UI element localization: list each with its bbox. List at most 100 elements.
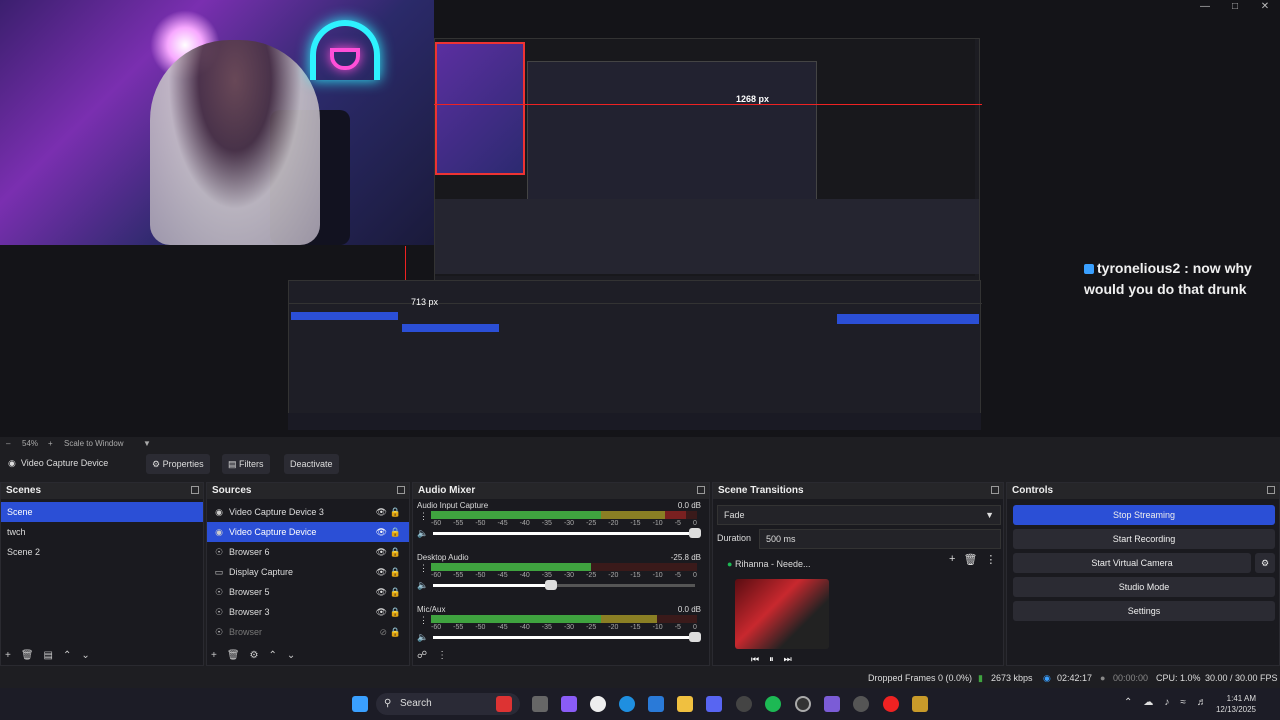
trash-icon[interactable]: 🗑 — [21, 650, 34, 661]
volume-slider-handle[interactable] — [544, 580, 557, 590]
speaker-icon[interactable]: 🔈 — [417, 580, 428, 591]
kebab-menu-icon[interactable]: ⋮ — [419, 615, 428, 626]
spotify-icon[interactable] — [765, 696, 781, 712]
start-virtual-camera-button[interactable]: Start Virtual Camera — [1013, 553, 1251, 573]
edge-icon[interactable] — [619, 696, 635, 712]
volume-slider[interactable] — [433, 532, 695, 535]
volume-slider-handle[interactable] — [689, 528, 701, 538]
add-icon[interactable]: + — [949, 553, 955, 566]
scene-item[interactable]: twch — [1, 522, 203, 542]
taskbar-clock[interactable]: 1:41 AM 12/13/2025 — [1216, 693, 1256, 715]
mic-icon[interactable]: ♪ — [1164, 697, 1169, 708]
studio-mode-button[interactable]: Studio Mode — [1013, 577, 1275, 597]
store-icon[interactable] — [648, 696, 664, 712]
scene-item[interactable]: Scene — [1, 502, 203, 522]
kebab-menu-icon[interactable]: ⋮ — [419, 511, 428, 522]
windows-start-icon[interactable] — [352, 696, 368, 712]
kebab-menu-icon[interactable]: ⋮ — [437, 650, 447, 661]
eye-icon[interactable]: 👁 — [376, 582, 387, 602]
eye-icon[interactable]: 👁 — [376, 602, 387, 622]
source-item[interactable]: ☉ Browser 5 👁 🔒 — [207, 582, 409, 602]
kebab-menu-icon[interactable]: ⋮ — [419, 563, 428, 574]
source-item[interactable]: ☉ Browser 6 👁 🔒 — [207, 542, 409, 562]
previous-icon[interactable]: ⏮ — [751, 654, 759, 665]
kebab-menu-icon[interactable]: ⋮ — [985, 553, 996, 566]
maximize-icon[interactable]: □ — [1220, 0, 1250, 14]
lock-icon[interactable]: 🔒 — [390, 522, 401, 542]
chevron-up-icon[interactable]: ⌃ — [269, 650, 277, 661]
settings-button[interactable]: Settings — [1013, 601, 1275, 621]
eye-hidden-icon[interactable]: ⊘ — [379, 622, 387, 642]
app-icon[interactable] — [590, 696, 606, 712]
next-icon[interactable]: ⏭ — [784, 654, 792, 665]
source-item[interactable]: ☉ Browser ⊘ 🔒 — [207, 622, 409, 642]
undock-icon[interactable] — [991, 486, 999, 494]
volume-icon[interactable]: ♬ — [1197, 697, 1207, 708]
filters-button[interactable]: ▤ Filters — [222, 454, 270, 474]
duration-spinbox[interactable]: 500 ms — [759, 529, 1001, 549]
gear-icon[interactable]: ⚙ — [250, 650, 259, 661]
filter-icon[interactable]: ▤ — [44, 650, 53, 661]
source-item[interactable]: ▭ Display Capture 👁 🔒 — [207, 562, 409, 582]
add-icon[interactable]: + — [211, 650, 217, 661]
chevron-up-icon[interactable]: ⌃ — [1124, 697, 1132, 708]
start-recording-button[interactable]: Start Recording — [1013, 529, 1275, 549]
add-icon[interactable]: + — [5, 650, 11, 661]
chevron-down-icon[interactable]: ▼ — [143, 439, 151, 448]
app-icon[interactable] — [883, 696, 899, 712]
task-view-icon[interactable] — [532, 696, 548, 712]
stop-streaming-button[interactable]: Stop Streaming — [1013, 505, 1275, 525]
source-item[interactable]: ☉ Browser 3 👁 🔒 — [207, 602, 409, 622]
lock-icon[interactable]: 🔒 — [390, 602, 401, 622]
eye-icon[interactable]: 👁 — [376, 522, 387, 542]
zoom-out-icon[interactable]: – — [6, 439, 10, 448]
undock-icon[interactable] — [191, 486, 199, 494]
eye-icon[interactable]: 👁 — [376, 542, 387, 562]
speaker-icon[interactable]: 🔈 — [417, 632, 428, 643]
volume-slider[interactable] — [433, 636, 695, 639]
wifi-icon[interactable]: ≈ — [1180, 697, 1186, 708]
undock-icon[interactable] — [697, 486, 705, 494]
obs-icon[interactable] — [795, 696, 811, 712]
scene-item[interactable]: Scene 2 — [1, 542, 203, 562]
scale-mode-select[interactable]: Scale to Window — [64, 439, 124, 448]
copilot-icon[interactable] — [561, 696, 577, 712]
eye-icon[interactable]: 👁 — [376, 502, 387, 522]
source-item[interactable]: ◉ Video Capture Device 👁 🔒 — [207, 522, 409, 542]
virtual-camera-settings-button[interactable]: ⚙ — [1255, 553, 1275, 573]
cloud-icon[interactable]: ☁ — [1143, 697, 1153, 708]
properties-button[interactable]: ⚙ Properties — [146, 454, 210, 474]
app-icon[interactable] — [736, 696, 752, 712]
discord-icon[interactable] — [706, 696, 722, 712]
lock-icon[interactable]: 🔒 — [390, 562, 401, 582]
lock-icon[interactable]: 🔒 — [390, 542, 401, 562]
eye-icon[interactable]: 👁 — [376, 562, 387, 582]
volume-slider[interactable] — [433, 584, 695, 587]
chevron-down-icon[interactable]: ⌄ — [81, 650, 89, 661]
app-icon[interactable] — [824, 696, 840, 712]
chevron-down-icon[interactable]: ⌄ — [287, 650, 295, 661]
trash-icon[interactable]: 🗑 — [227, 650, 240, 661]
minimize-icon[interactable]: — — [1190, 0, 1220, 14]
link-icon[interactable]: ☍ — [417, 650, 427, 661]
app-icon[interactable] — [853, 696, 869, 712]
mixer-channels: Audio Input Capture 0.0 dB ⋮ -60 -55 -50 -45 -4… — [413, 499, 709, 655]
undock-icon[interactable] — [1267, 486, 1275, 494]
speaker-icon[interactable]: 🔈 — [417, 528, 428, 539]
lock-icon[interactable]: 🔒 — [390, 622, 401, 642]
obs-preview-canvas[interactable]: — □ ✕ tyronelious2 : now why would you d… — [0, 0, 1280, 437]
pause-icon[interactable]: ⏸ — [769, 654, 774, 665]
volume-slider-handle[interactable] — [689, 632, 701, 642]
lock-icon[interactable]: 🔒 — [390, 502, 401, 522]
source-item[interactable]: ◉ Video Capture Device 3 👁 🔒 — [207, 502, 409, 522]
trash-icon[interactable]: 🗑 — [963, 553, 977, 566]
folder-icon[interactable] — [677, 696, 693, 712]
chevron-up-icon[interactable]: ⌃ — [63, 650, 71, 661]
app-icon[interactable] — [912, 696, 928, 712]
deactivate-button[interactable]: Deactivate — [284, 454, 339, 474]
zoom-in-icon[interactable]: + — [48, 439, 53, 448]
lock-icon[interactable]: 🔒 — [390, 582, 401, 602]
undock-icon[interactable] — [397, 486, 405, 494]
close-icon[interactable]: ✕ — [1250, 0, 1280, 14]
transition-select[interactable]: Fade ▼ — [717, 505, 1001, 525]
